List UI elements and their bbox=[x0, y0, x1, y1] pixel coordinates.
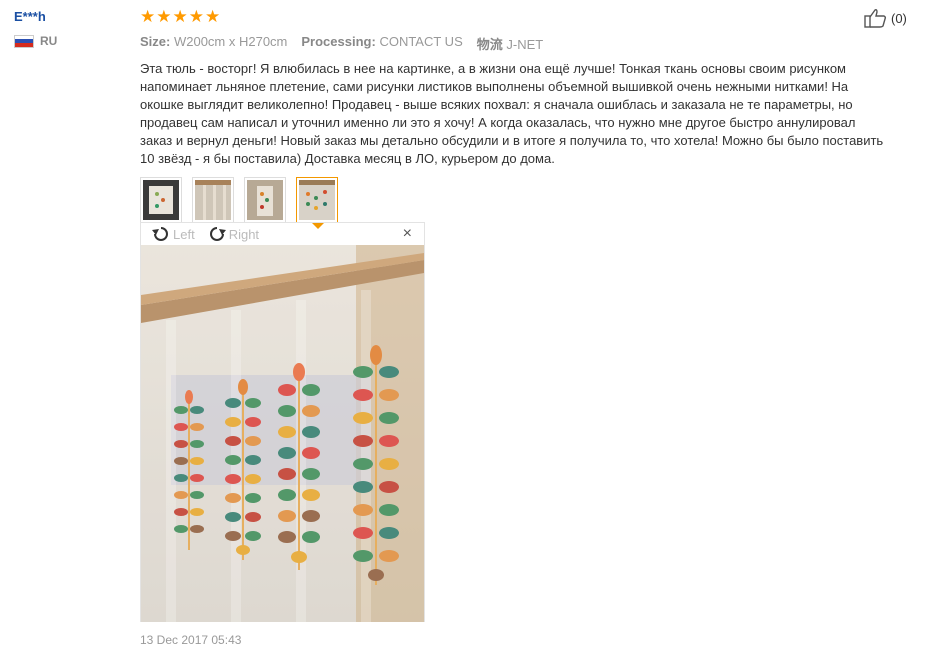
logistics-attribute: 物流 J-NET bbox=[477, 34, 543, 53]
close-icon[interactable]: × bbox=[403, 225, 412, 243]
size-attribute: Size: W200cm x H270cm bbox=[140, 34, 287, 53]
helpful-count: (0) bbox=[891, 10, 907, 26]
logistics-label: 物流 bbox=[476, 37, 503, 52]
star-icon: ★ bbox=[205, 7, 221, 26]
review-text: Эта тюль - восторг! Я влюбилась в нее на… bbox=[140, 61, 884, 166]
thumbs-up-icon bbox=[864, 9, 887, 28]
russia-flag-icon bbox=[14, 34, 34, 48]
rotate-left-label: Left bbox=[173, 226, 195, 242]
photo-thumbnail-image bbox=[195, 180, 231, 220]
country-code: RU bbox=[40, 34, 58, 48]
order-attributes: Size: W200cm x H270cm Processing: CONTAC… bbox=[140, 34, 910, 53]
reviewer-name: E***h bbox=[14, 9, 46, 24]
photo-thumbnail-image bbox=[299, 180, 335, 220]
photo-thumbnail[interactable] bbox=[192, 177, 234, 223]
photo-thumbnail[interactable] bbox=[244, 177, 286, 223]
photo-thumbnail-active[interactable] bbox=[296, 177, 338, 229]
logistics-value: J-NET bbox=[506, 37, 544, 52]
star-icon: ★ bbox=[188, 7, 204, 26]
reviewer-info: E***h RU bbox=[14, 9, 124, 48]
size-label: Size: bbox=[140, 34, 171, 49]
rotate-right-label: Right bbox=[228, 226, 260, 242]
review-body: ★ ★ ★ ★ ★ Size: W200cm x H270cm Processi… bbox=[140, 8, 910, 229]
processing-label: Processing: bbox=[301, 34, 376, 49]
photo-thumbnail[interactable] bbox=[140, 177, 182, 223]
photo-viewer-toolbar: Left Right × bbox=[141, 223, 424, 245]
star-icon: ★ bbox=[156, 7, 172, 26]
star-rating: ★ ★ ★ ★ ★ bbox=[140, 8, 910, 26]
star-icon: ★ bbox=[140, 7, 156, 26]
rotate-left-button[interactable]: Left bbox=[151, 225, 195, 243]
helpful-button[interactable]: (0) bbox=[864, 8, 907, 28]
photo-thumbnails bbox=[140, 177, 910, 229]
photo-viewer: Left Right × bbox=[140, 222, 425, 622]
review-photo bbox=[141, 245, 424, 622]
rotate-right-button[interactable]: Right bbox=[207, 225, 259, 243]
rotate-right-icon bbox=[209, 227, 226, 241]
review-date: 13 Dec 2017 05:43 bbox=[140, 633, 242, 647]
rotate-left-icon bbox=[152, 227, 168, 241]
photo-thumbnail-image bbox=[143, 180, 179, 220]
star-icon: ★ bbox=[172, 7, 188, 26]
processing-attribute: Processing: CONTACT US bbox=[301, 34, 462, 53]
processing-value: CONTACT US bbox=[379, 34, 463, 49]
reviewer-country: RU bbox=[14, 34, 124, 48]
photo-thumbnail-image bbox=[247, 180, 283, 220]
size-value: W200cm x H270cm bbox=[173, 34, 288, 49]
